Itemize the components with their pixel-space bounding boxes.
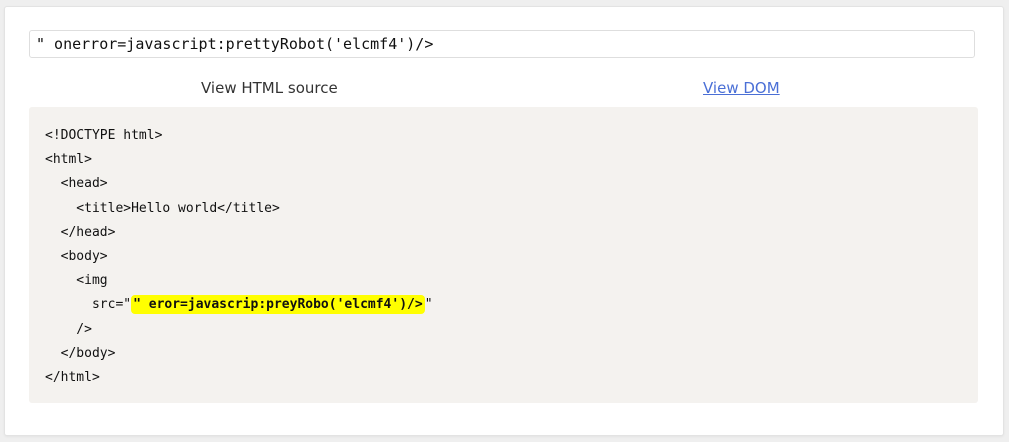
main-card: View HTML source View DOM <!DOCTYPE html… [4,6,1004,436]
code-line: <head> [45,176,108,192]
code-line: <img [45,273,108,289]
tab-view-html-source[interactable]: View HTML source [201,79,338,97]
src-attribute-prefix: src=" [45,297,132,313]
injected-value-highlight: " eror=javascrip:preyRobo('elcmf4')/> [131,295,425,315]
code-line: <html> [45,152,92,168]
code-line: <body> [45,248,108,264]
tab-view-dom-link[interactable]: View DOM [703,79,780,97]
code-line: /> [45,321,92,337]
payload-input[interactable] [29,30,975,58]
src-attribute-suffix: " [424,297,433,313]
html-source-panel: <!DOCTYPE html> <html> <head> <title>Hell… [29,107,978,403]
html-source-code: <!DOCTYPE html> <html> <head> <title>Hell… [45,124,433,390]
code-line: </html> [45,369,100,385]
code-line: <!DOCTYPE html> [45,128,163,143]
code-line: </head> [45,224,116,240]
code-line-src: src=" " eror=javascrip:preyRobo('elcmf4')… [45,293,433,317]
code-line: <title>Hello world</title> [45,200,280,216]
code-line: </body> [45,345,116,361]
